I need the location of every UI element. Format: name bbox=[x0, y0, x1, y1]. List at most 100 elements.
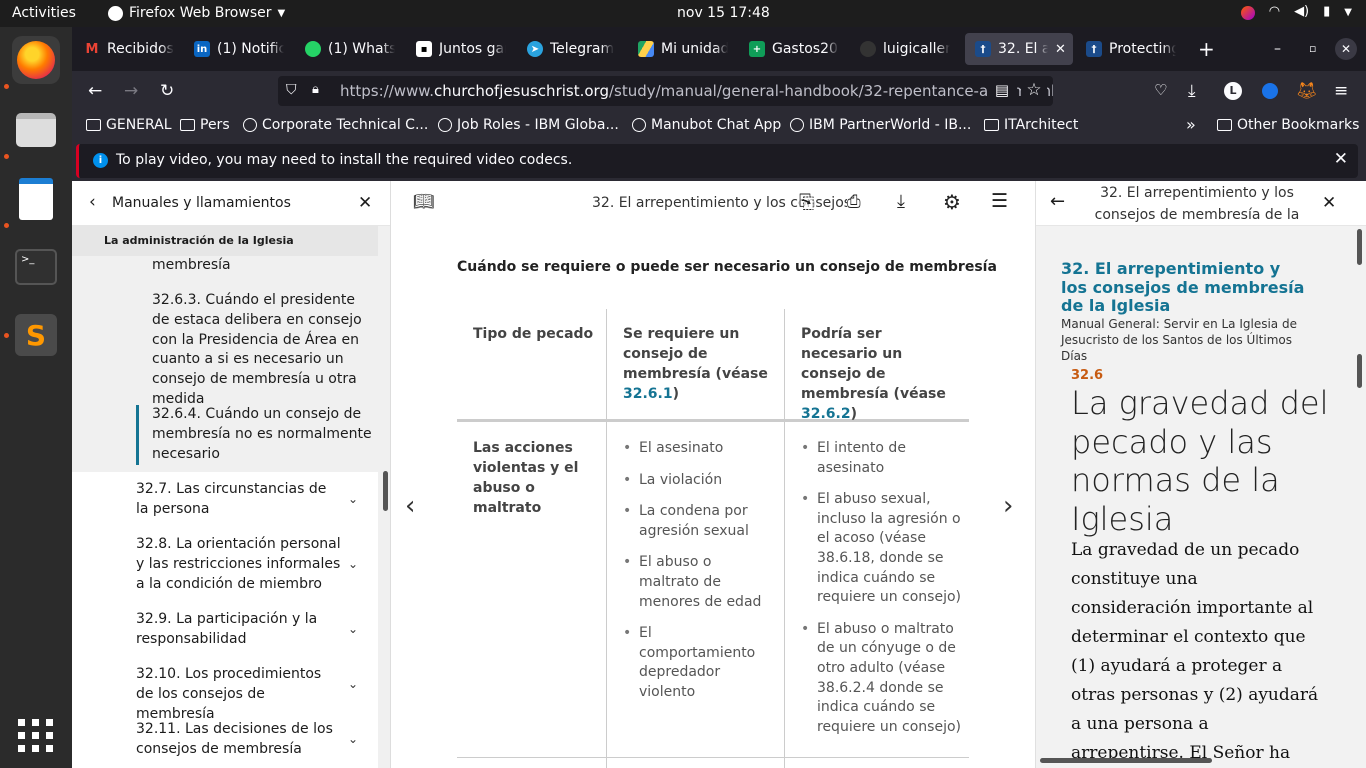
downloads-icon[interactable]: ⤓ bbox=[1188, 81, 1196, 101]
column-divider bbox=[784, 309, 785, 768]
column-header-required: Se requiere un consejo de membresía (véa… bbox=[623, 326, 768, 402]
close-icon[interactable]: ✕ bbox=[1322, 193, 1336, 213]
scrollbar[interactable] bbox=[1357, 354, 1362, 388]
toc-section-32-10[interactable]: 32.10. Los procedimientos de los consejo… bbox=[136, 665, 336, 724]
next-page-icon[interactable]: › bbox=[1003, 491, 1013, 521]
terminal-dock-icon[interactable]: >_ bbox=[12, 243, 60, 291]
pocket-icon[interactable]: ♡ bbox=[1154, 81, 1167, 99]
chevron-left-icon[interactable]: ‹ bbox=[89, 192, 96, 212]
scrollbar[interactable] bbox=[383, 471, 388, 511]
chevron-down-icon[interactable]: ⌄ bbox=[348, 732, 358, 746]
tab-whatsapp[interactable]: (1) WhatsApp bbox=[295, 33, 395, 65]
bookmark-star-icon[interactable]: ☆ bbox=[1021, 80, 1047, 100]
previous-page-icon[interactable]: ‹ bbox=[405, 491, 415, 521]
book-icon[interactable]: 📖︎ bbox=[413, 192, 435, 212]
navigation-panel: ‹ Manuales y llamamientos ✕ La administr… bbox=[72, 181, 391, 768]
close-window-icon[interactable]: ✕ bbox=[1335, 38, 1357, 60]
tab-protecting[interactable]: † Protecting bbox=[1076, 33, 1176, 65]
tab-linkedin[interactable]: in (1) Notificaciones bbox=[184, 33, 284, 65]
running-indicator bbox=[4, 223, 9, 228]
folder-icon bbox=[180, 119, 195, 131]
link-32-6-2[interactable]: 32.6.2 bbox=[801, 406, 851, 422]
maybe-list: El intento de asesinato El abuso sexual,… bbox=[801, 439, 961, 749]
breadcrumb[interactable]: La administración de la Iglesia bbox=[104, 234, 294, 247]
files-dock-icon[interactable] bbox=[12, 106, 60, 154]
activities-button[interactable]: Activities bbox=[12, 5, 76, 21]
account-icon[interactable]: L bbox=[1224, 82, 1242, 100]
table-heading: Cuándo se requiere o puede ser necesario… bbox=[457, 259, 997, 275]
reader-view-icon[interactable]: ▤ bbox=[987, 81, 1017, 99]
running-indicator bbox=[4, 154, 9, 159]
bookmark-manubot[interactable]: Manubot Chat App bbox=[632, 117, 781, 133]
back-icon[interactable]: ← bbox=[88, 81, 102, 101]
system-tray[interactable]: ◠ ◀) ▮ ▼ bbox=[1240, 4, 1352, 20]
menu-icon[interactable]: ≡ bbox=[1334, 81, 1348, 101]
chapter-title[interactable]: 32. El arrepentimiento y los consejos de… bbox=[1061, 259, 1311, 316]
back-to-manuals-link[interactable]: Manuales y llamamientos bbox=[112, 195, 291, 211]
notification-bar: i To play video, you may need to install… bbox=[72, 141, 1366, 181]
tab-telegram[interactable]: ➤ Telegram bbox=[517, 33, 617, 65]
horizontal-scrollbar[interactable] bbox=[1040, 758, 1212, 763]
navigation-bar: ← → ↻ ⛉ 🔒︎ https://www. churchofjesuschri… bbox=[72, 71, 1366, 111]
toc-item-32-6-4[interactable]: 32.6.4. Cuándo un consejo de membresía n… bbox=[152, 405, 372, 464]
tab-juntos[interactable]: ▪ Juntos ganamos bbox=[406, 33, 506, 65]
new-tab-icon[interactable]: + bbox=[1198, 37, 1215, 61]
bookmark-general[interactable]: GENERAL bbox=[86, 117, 172, 133]
toc-item-32-6-3[interactable]: 32.6.3. Cuándo el presidente de estaca d… bbox=[152, 291, 372, 410]
back-arrow-icon[interactable]: ← bbox=[1050, 191, 1065, 212]
bookmarks-overflow-icon[interactable]: » bbox=[1186, 115, 1196, 134]
globe-icon bbox=[438, 118, 452, 132]
list-icon[interactable]: ☰ bbox=[991, 190, 1008, 212]
minimize-icon[interactable]: – bbox=[1274, 41, 1281, 57]
sin-table: Tipo de pecado Se requiere un consejo de… bbox=[457, 309, 969, 768]
toc-section-32-11[interactable]: 32.11. Las decisiones de los consejos de… bbox=[136, 720, 336, 760]
related-panel: ← 32. El arrepentimiento y los consejos … bbox=[1035, 181, 1366, 768]
globe-icon bbox=[632, 118, 646, 132]
tab-gastos[interactable]: + Gastos2022 bbox=[739, 33, 839, 65]
tab-recibidos[interactable]: M Recibidos bbox=[74, 33, 174, 65]
bookmark-itarchitect[interactable]: ITArchitect bbox=[984, 117, 1078, 133]
writer-dock-icon[interactable] bbox=[12, 175, 60, 223]
tab-github[interactable]: luigicallero bbox=[850, 33, 950, 65]
globe-icon bbox=[790, 118, 804, 132]
folder-icon bbox=[1217, 119, 1232, 131]
sublime-dock-icon[interactable]: S bbox=[12, 311, 60, 359]
chevron-down-icon[interactable]: ⌄ bbox=[348, 622, 358, 636]
close-icon[interactable]: ✕ bbox=[1334, 149, 1348, 169]
link-32-6-1[interactable]: 32.6.1 bbox=[623, 386, 673, 402]
metamask-icon[interactable]: 🦊︎ bbox=[1296, 81, 1318, 101]
tab-arrepentimiento[interactable]: † 32. El arrepentimiento ✕ bbox=[965, 33, 1073, 65]
reader-toolbar: 📖︎ 32. El arrepentimiento y los consejos… bbox=[391, 181, 1035, 226]
toc-section-32-7[interactable]: 32.7. Las circunstancias de la persona bbox=[136, 480, 336, 520]
toc-section-32-9[interactable]: 32.9. La participación y la responsabili… bbox=[136, 610, 336, 650]
firefox-dock-icon[interactable] bbox=[12, 36, 60, 84]
close-tab-icon[interactable]: ✕ bbox=[1055, 42, 1066, 57]
chevron-down-icon[interactable]: ⌄ bbox=[348, 492, 358, 506]
app-menu[interactable]: Firefox Web Browser ▼ bbox=[108, 5, 285, 21]
list-item: El abuso o maltrato de menores de edad bbox=[623, 553, 771, 612]
close-icon[interactable]: ✕ bbox=[358, 193, 372, 213]
url-bar[interactable]: ⛉ 🔒︎ https://www. churchofjesuschrist.org… bbox=[278, 76, 1053, 106]
reload-icon[interactable]: ↻ bbox=[160, 81, 174, 101]
chevron-down-icon[interactable]: ⌄ bbox=[348, 557, 358, 571]
bookmark-corporate[interactable]: Corporate Technical C... bbox=[243, 117, 428, 133]
clock[interactable]: nov 15 17:48 bbox=[677, 5, 770, 21]
bookmark-icon[interactable]: ⎘ bbox=[799, 191, 815, 213]
bookmark-partnerworld[interactable]: IBM PartnerWorld - IB... bbox=[790, 117, 971, 133]
tab-drive[interactable]: Mi unidad bbox=[628, 33, 728, 65]
app-grid-icon[interactable] bbox=[12, 711, 60, 759]
settings-gear-icon[interactable]: ⚙ bbox=[943, 190, 961, 214]
print-icon[interactable]: ⎙ bbox=[847, 192, 861, 212]
maximize-icon[interactable]: ▫ bbox=[1309, 42, 1316, 55]
bookmark-other[interactable]: Other Bookmarks bbox=[1217, 117, 1359, 133]
toc-section-32-8[interactable]: 32.8. La orientación personal y las rest… bbox=[136, 535, 346, 594]
forward-icon[interactable]: → bbox=[124, 81, 138, 101]
info-icon: i bbox=[93, 153, 108, 168]
scrollbar[interactable] bbox=[1357, 229, 1362, 265]
chevron-down-icon[interactable]: ⌄ bbox=[348, 677, 358, 691]
bookmark-job-roles[interactable]: Job Roles - IBM Globa... bbox=[438, 117, 619, 133]
download-icon[interactable]: ⤓ bbox=[897, 191, 905, 212]
extension-globe-icon[interactable] bbox=[1262, 83, 1278, 99]
bookmark-pers[interactable]: Pers bbox=[180, 117, 230, 133]
list-item[interactable]: membresía bbox=[152, 256, 372, 276]
